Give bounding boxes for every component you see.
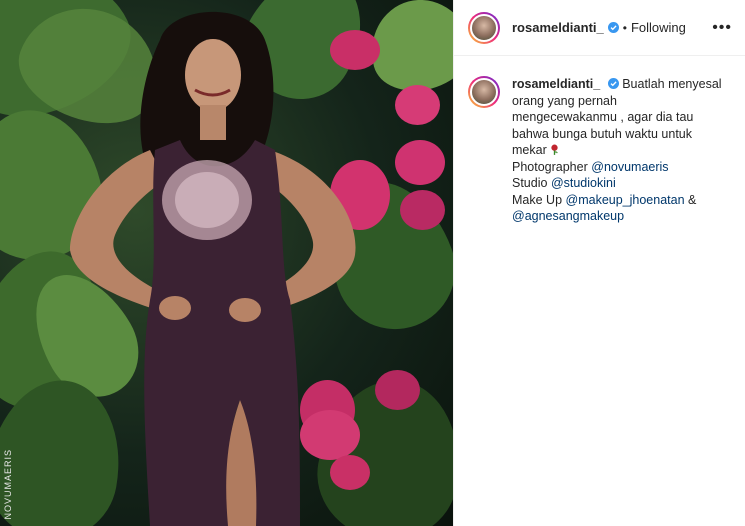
makeup-mention-link[interactable]: @makeup_jhoenatan <box>566 193 685 207</box>
verified-badge-icon <box>607 22 619 33</box>
instagram-post: NOVUMAERIS rosameldianti_ • Following ••… <box>0 0 745 526</box>
studio-mention-link[interactable]: @studiokini <box>551 176 616 190</box>
post-side-panel: rosameldianti_ • Following ••• rosameldi… <box>453 0 745 526</box>
caption-text: rosameldianti_ Buatlah menyesal orang ya… <box>512 76 722 225</box>
profile-avatar[interactable] <box>468 11 500 44</box>
caption-row: rosameldianti_ Buatlah menyesal orang ya… <box>454 56 745 225</box>
following-button[interactable]: Following <box>631 20 686 35</box>
separator-dot: • <box>622 20 627 35</box>
verified-badge-icon <box>607 78 619 89</box>
username-link[interactable]: rosameldianti_ <box>512 20 604 35</box>
photographer-label: Photographer <box>512 159 588 174</box>
photo-watermark: NOVUMAERIS <box>3 449 13 520</box>
makeup-joiner: & <box>688 192 697 207</box>
caption-avatar[interactable] <box>468 76 500 108</box>
more-options-icon[interactable]: ••• <box>712 19 732 37</box>
post-photo[interactable]: NOVUMAERIS <box>0 0 453 526</box>
makeup-label: Make Up <box>512 192 563 207</box>
post-header: rosameldianti_ • Following ••• <box>454 0 745 56</box>
avatar-image <box>470 78 498 106</box>
photographer-mention-link[interactable]: @novumaeris <box>591 160 668 174</box>
avatar-image <box>470 13 498 42</box>
rose-emoji-icon <box>551 144 558 155</box>
model-figure <box>70 11 356 526</box>
makeup-mention-link-2[interactable]: @agnesangmakeup <box>512 209 624 223</box>
caption-username[interactable]: rosameldianti_ <box>512 77 600 91</box>
studio-label: Studio <box>512 176 548 190</box>
